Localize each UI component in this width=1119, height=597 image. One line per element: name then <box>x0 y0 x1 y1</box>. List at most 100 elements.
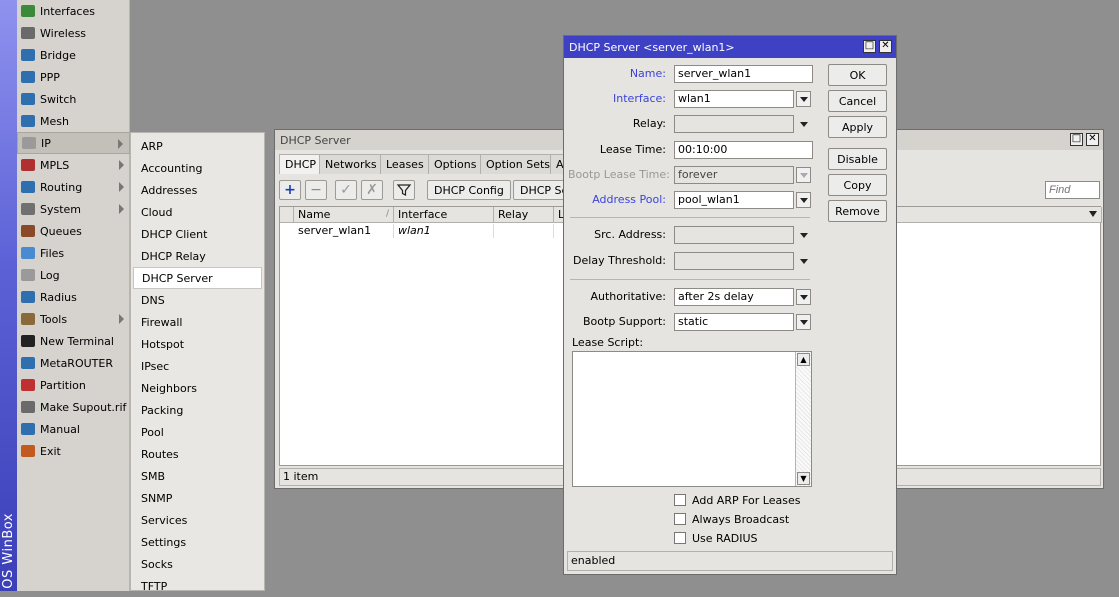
apply-button[interactable]: Apply <box>828 116 887 138</box>
submenu-item-hotspot[interactable]: Hotspot <box>133 333 262 355</box>
tab-leases[interactable]: Leases <box>380 154 430 174</box>
lease-time-field[interactable]: 00:10:00 <box>674 141 813 159</box>
column-header-interface[interactable]: Interface <box>394 207 494 223</box>
menu-item-manual[interactable]: Manual <box>17 418 130 440</box>
menu-item-metarouter[interactable]: MetaROUTER <box>17 352 130 374</box>
submenu-item-smb[interactable]: SMB <box>133 465 262 487</box>
menu-item-radius[interactable]: Radius <box>17 286 130 308</box>
menu-item-exit[interactable]: Exit <box>17 440 130 462</box>
lease-script-scrollbar[interactable]: ▲ ▼ <box>795 352 811 486</box>
submenu-item-dhcp-client[interactable]: DHCP Client <box>133 223 262 245</box>
add-icon[interactable]: + <box>279 180 301 200</box>
terminal-icon <box>21 335 35 347</box>
submenu-item-ipsec[interactable]: IPsec <box>133 355 262 377</box>
dialog-titlebar[interactable]: DHCP Server <server_wlan1> <box>564 36 896 58</box>
remove-icon[interactable]: − <box>305 180 327 200</box>
submenu-item-firewall[interactable]: Firewall <box>133 311 262 333</box>
submenu-item-dhcp-relay[interactable]: DHCP Relay <box>133 245 262 267</box>
menu-item-label: Partition <box>40 378 86 392</box>
tab-dhcp[interactable]: DHCP <box>279 154 323 174</box>
submenu-item-pool[interactable]: Pool <box>133 421 262 443</box>
authoritative-select[interactable]: after 2s delay <box>674 288 794 306</box>
relay-expand-icon[interactable] <box>796 116 811 132</box>
menu-item-queues[interactable]: Queues <box>17 220 130 242</box>
menu-item-interfaces[interactable]: Interfaces <box>17 0 130 22</box>
menu-item-system[interactable]: System <box>17 198 130 220</box>
submenu-item-services[interactable]: Services <box>133 509 262 531</box>
address-pool-dropdown-icon[interactable] <box>796 192 811 208</box>
menu-item-make-supout[interactable]: Make Supout.rif <box>17 396 130 418</box>
menu-item-tools[interactable]: Tools <box>17 308 130 330</box>
copy-button[interactable]: Copy <box>828 174 887 196</box>
submenu-item-arp[interactable]: ARP <box>133 135 262 157</box>
delay-threshold-expand-icon[interactable] <box>796 253 811 269</box>
submenu-item-packing[interactable]: Packing <box>133 399 262 421</box>
menu-item-partition[interactable]: Partition <box>17 374 130 396</box>
submenu-item-addresses[interactable]: Addresses <box>133 179 262 201</box>
maximize-icon[interactable]: □ <box>863 40 876 53</box>
authoritative-dropdown-icon[interactable] <box>796 289 811 305</box>
relay-field[interactable] <box>674 115 794 133</box>
column-header-name[interactable]: Name / <box>294 207 394 223</box>
lease-script-textarea[interactable]: ▲ ▼ <box>572 351 812 487</box>
scroll-up-icon[interactable]: ▲ <box>797 353 810 366</box>
scroll-down-icon[interactable]: ▼ <box>797 472 810 485</box>
menu-item-bridge[interactable]: Bridge <box>17 44 130 66</box>
menu-item-mpls[interactable]: MPLS <box>17 154 130 176</box>
tab-networks[interactable]: Networks <box>319 154 383 174</box>
checkbox-box[interactable] <box>674 494 686 506</box>
tab-options[interactable]: Options <box>428 154 483 174</box>
checkbox-box[interactable] <box>674 513 686 525</box>
maximize-icon[interactable]: □ <box>1070 133 1083 146</box>
remove-button[interactable]: Remove <box>828 200 887 222</box>
submenu-item-settings[interactable]: Settings <box>133 531 262 553</box>
menu-item-files[interactable]: Files <box>17 242 130 264</box>
disable-button[interactable]: Disable <box>828 148 887 170</box>
add-arp-for-leases-checkbox[interactable]: Add ARP For Leases <box>674 492 800 508</box>
address-pool-select[interactable]: pool_wlan1 <box>674 191 794 209</box>
src-address-expand-icon[interactable] <box>796 227 811 243</box>
menu-item-ppp[interactable]: PPP <box>17 66 130 88</box>
bootp-support-dropdown-icon[interactable] <box>796 314 811 330</box>
submenu-item-tftp[interactable]: TFTP <box>133 575 262 597</box>
menu-item-label: Queues <box>40 224 82 238</box>
bootp-support-select[interactable]: static <box>674 313 794 331</box>
src-address-field[interactable] <box>674 226 794 244</box>
column-menu-icon[interactable] <box>1089 211 1097 217</box>
always-broadcast-checkbox[interactable]: Always Broadcast <box>674 511 789 527</box>
submenu-item-socks[interactable]: Socks <box>133 553 262 575</box>
submenu-item-routes[interactable]: Routes <box>133 443 262 465</box>
menu-item-mesh[interactable]: Mesh <box>17 110 130 132</box>
submenu-item-snmp[interactable]: SNMP <box>133 487 262 509</box>
ok-button[interactable]: OK <box>828 64 887 86</box>
filter-icon[interactable] <box>393 180 415 200</box>
close-icon[interactable]: ✕ <box>879 40 892 53</box>
name-field[interactable]: server_wlan1 <box>674 65 813 83</box>
cancel-button[interactable]: Cancel <box>828 90 887 112</box>
submenu-item-dns[interactable]: DNS <box>133 289 262 311</box>
dhcp-config-button[interactable]: DHCP Config <box>427 180 511 200</box>
menu-item-ip[interactable]: IP <box>17 132 130 154</box>
bootp-lease-time-dropdown-icon[interactable] <box>796 167 811 183</box>
submenu-item-dhcp-server[interactable]: DHCP Server <box>133 267 262 289</box>
checkbox-box[interactable] <box>674 532 686 544</box>
column-header-relay[interactable]: Relay <box>494 207 554 223</box>
interface-select[interactable]: wlan1 <box>674 90 794 108</box>
bootp-lease-time-select[interactable]: forever <box>674 166 794 184</box>
use-radius-checkbox[interactable]: Use RADIUS <box>674 530 758 546</box>
submenu-item-cloud[interactable]: Cloud <box>133 201 262 223</box>
menu-item-new-terminal[interactable]: New Terminal <box>17 330 130 352</box>
enable-icon[interactable]: ✓ <box>335 180 357 200</box>
find-input[interactable] <box>1045 181 1100 199</box>
menu-item-log[interactable]: Log <box>17 264 130 286</box>
submenu-item-neighbors[interactable]: Neighbors <box>133 377 262 399</box>
submenu-item-accounting[interactable]: Accounting <box>133 157 262 179</box>
menu-item-wireless[interactable]: Wireless <box>17 22 130 44</box>
disable-icon[interactable]: ✗ <box>361 180 383 200</box>
tab-option-sets[interactable]: Option Sets <box>480 154 557 174</box>
delay-threshold-field[interactable] <box>674 252 794 270</box>
interface-dropdown-icon[interactable] <box>796 91 811 107</box>
close-icon[interactable]: ✕ <box>1086 133 1099 146</box>
menu-item-routing[interactable]: Routing <box>17 176 130 198</box>
menu-item-switch[interactable]: Switch <box>17 88 130 110</box>
